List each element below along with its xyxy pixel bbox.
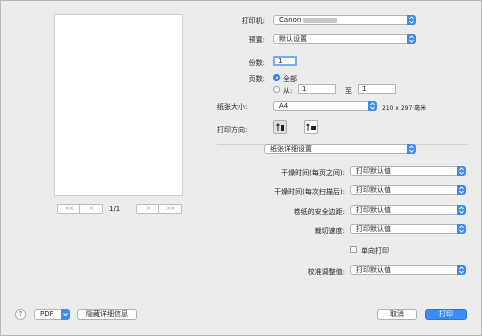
detail-popup[interactable]: 打印默认值 (350, 224, 466, 234)
pages-to-field[interactable]: 1 (358, 84, 396, 94)
calibration-popup[interactable]: 打印默认值 (350, 265, 466, 275)
calibration-value: 打印默认值 (356, 266, 391, 274)
detail-value: 打印默认值 (356, 186, 391, 194)
landscape-icon (306, 123, 316, 131)
pdf-menu-button[interactable]: PDF (34, 309, 70, 320)
detail-value: 打印默认值 (356, 206, 391, 214)
orientation-portrait-button[interactable] (273, 120, 287, 134)
detail-label: 干燥时间(每页之间): (281, 169, 345, 177)
page-indicator: 1/1 (109, 205, 121, 213)
first-page-button[interactable]: << (57, 204, 81, 214)
popup-arrows-icon (368, 101, 377, 111)
help-button[interactable]: ? (15, 309, 26, 320)
detail-popup[interactable]: 打印默认值 (350, 205, 466, 215)
popup-arrows-icon (457, 185, 466, 195)
popup-arrows-icon (407, 34, 416, 44)
printer-label: 打印机: (241, 17, 265, 25)
popup-arrows-icon (407, 144, 416, 154)
popup-arrows-icon (457, 265, 466, 275)
detail-label: 卷纸的安全边距: (293, 208, 345, 216)
section-popup[interactable]: 纸张详细设置 (264, 144, 416, 154)
paper-dimensions: 210 x 297 毫米 (382, 105, 427, 112)
help-icon: ? (18, 310, 23, 318)
paper-size-value: A4 (279, 102, 289, 110)
preset-label: 预置: (248, 36, 265, 44)
hide-details-button[interactable]: 隐藏详细信息 (77, 309, 137, 320)
detail-popup[interactable]: 打印默认值 (350, 185, 466, 195)
popup-arrows-icon (457, 205, 466, 215)
detail-value: 打印默认值 (356, 167, 391, 175)
printer-name-redacted (303, 17, 338, 23)
next-page-button[interactable]: > (136, 204, 160, 214)
calibration-label: 校准调整值: (307, 268, 345, 276)
previous-page-icon: < (88, 205, 94, 212)
detail-popup[interactable]: 打印默认值 (350, 166, 466, 176)
printer-value: Canon (279, 16, 302, 24)
detail-label: 干燥时间(每次扫描后): (274, 188, 345, 196)
print-dialog: << < 1/1 > >> 打印机: Canon 预置: 默认设置 份数: 1 … (0, 0, 482, 336)
next-page-icon: > (145, 205, 151, 212)
preset-popup[interactable]: 默认设置 (273, 34, 416, 44)
pages-all-label: 全部 (283, 75, 297, 83)
last-page-icon: >> (165, 205, 175, 212)
pages-label: 页数: (248, 75, 265, 83)
cancel-button[interactable]: 取消 (377, 309, 417, 320)
pages-range-radio[interactable] (273, 86, 280, 93)
pages-to-label: 至 (345, 87, 352, 95)
detail-value: 打印默认值 (356, 225, 391, 233)
pages-all-radio[interactable] (273, 74, 280, 81)
unidirectional-label: 单向打印 (361, 247, 389, 255)
orientation-label: 打印方向: (217, 126, 248, 134)
copies-label: 份数: (248, 59, 265, 67)
previous-page-button[interactable]: < (79, 204, 103, 214)
popup-arrows-icon (407, 15, 416, 25)
section-popup-value: 纸张详细设置 (270, 145, 312, 153)
last-page-button[interactable]: >> (158, 204, 182, 214)
first-page-icon: << (64, 205, 74, 212)
print-preview (54, 14, 183, 196)
popup-arrows-icon (457, 224, 466, 234)
copies-field[interactable]: 1 (273, 56, 297, 66)
unidirectional-checkbox[interactable] (350, 246, 357, 253)
orientation-landscape-button[interactable] (304, 120, 318, 134)
chevron-down-icon (61, 309, 70, 320)
pages-from-label: 从: (283, 87, 293, 95)
print-button[interactable]: 打印 (425, 309, 467, 320)
pdf-label: PDF (40, 310, 54, 318)
printer-popup[interactable]: Canon (273, 15, 416, 25)
preset-value: 默认设置 (279, 35, 307, 43)
popup-arrows-icon (457, 166, 466, 176)
detail-label: 裁切速度: (314, 227, 345, 235)
paper-size-popup[interactable]: A4 (273, 101, 377, 111)
paper-size-label: 纸张大小: (217, 103, 248, 111)
pages-from-field[interactable]: 1 (298, 84, 336, 94)
portrait-icon (276, 123, 284, 131)
